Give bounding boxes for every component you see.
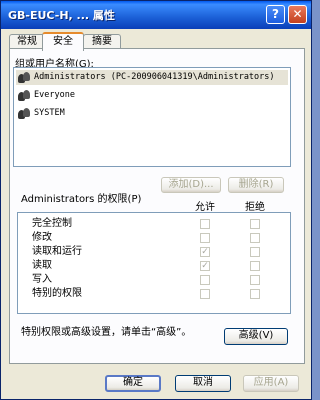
allow-checkbox[interactable] — [200, 289, 210, 299]
user-group-icon — [18, 90, 30, 101]
title-bar[interactable]: GB-EUC-H, ... 属性 ? ✕ — [1, 1, 311, 29]
remove-button[interactable]: 删除(R) — [228, 177, 284, 193]
permission-row: 完全控制 — [18, 217, 290, 231]
permission-label: 完全控制 — [32, 218, 72, 229]
advanced-hint: 特别权限或高级设置，请单击“高级”。 — [21, 327, 192, 338]
deny-checkbox[interactable] — [250, 247, 260, 257]
permission-label: 修改 — [32, 232, 52, 243]
deny-checkbox[interactable] — [250, 289, 260, 299]
tab-summary[interactable]: 摘要 — [83, 34, 121, 49]
tab-security[interactable]: 安全 — [42, 32, 84, 51]
deny-checkbox[interactable] — [250, 261, 260, 271]
user-list[interactable]: Administrators (PC-200906041319\Administ… — [13, 67, 291, 167]
properties-dialog: GB-EUC-H, ... 属性 ? ✕ 常规 安全 摘要 组或用户名称(G):… — [0, 0, 312, 400]
allow-checkbox[interactable] — [200, 275, 210, 285]
allow-checkbox[interactable]: ✓ — [200, 247, 210, 257]
window-title: GB-EUC-H, ... 属性 — [8, 9, 115, 22]
permission-row: 特别的权限 — [18, 287, 290, 301]
permissions-title: Administrators 的权限(P) — [21, 194, 142, 205]
deny-header: 拒绝 — [245, 202, 265, 213]
list-item[interactable]: Administrators (PC-200906041319\Administ… — [16, 70, 288, 85]
permission-row: 读取 ✓ — [18, 259, 290, 273]
permission-row: 写入 — [18, 273, 290, 287]
user-group-icon — [18, 108, 30, 119]
permissions-list: 完全控制 修改 读取和运行 ✓ 读取 ✓ 写入 特别的权限 — [17, 212, 291, 314]
ok-button[interactable]: 确定 — [105, 375, 161, 392]
allow-checkbox[interactable] — [200, 233, 210, 243]
allow-checkbox[interactable] — [200, 219, 210, 229]
permission-label: 特别的权限 — [32, 288, 82, 299]
user-group-icon — [18, 72, 30, 83]
user-name: Administrators (PC-200906041319\Administ… — [34, 72, 275, 82]
deny-checkbox[interactable] — [250, 275, 260, 285]
close-button[interactable]: ✕ — [288, 5, 307, 24]
deny-checkbox[interactable] — [250, 219, 260, 229]
permission-row: 修改 — [18, 231, 290, 245]
permission-label: 读取和运行 — [32, 246, 82, 257]
tab-general[interactable]: 常规 — [9, 34, 45, 49]
allow-header: 允许 — [195, 202, 215, 213]
apply-button[interactable]: 应用(A) — [243, 375, 299, 392]
permission-label: 读取 — [32, 260, 52, 271]
permission-label: 写入 — [32, 274, 52, 285]
help-button[interactable]: ? — [266, 5, 285, 24]
user-name: SYSTEM — [34, 108, 65, 118]
permission-row: 读取和运行 ✓ — [18, 245, 290, 259]
cancel-button[interactable]: 取消 — [175, 375, 231, 392]
advanced-button[interactable]: 高级(V) — [224, 328, 288, 345]
deny-checkbox[interactable] — [250, 233, 260, 243]
user-name: Everyone — [34, 90, 75, 100]
add-button[interactable]: 添加(D)... — [161, 177, 221, 193]
allow-checkbox[interactable]: ✓ — [200, 261, 210, 271]
